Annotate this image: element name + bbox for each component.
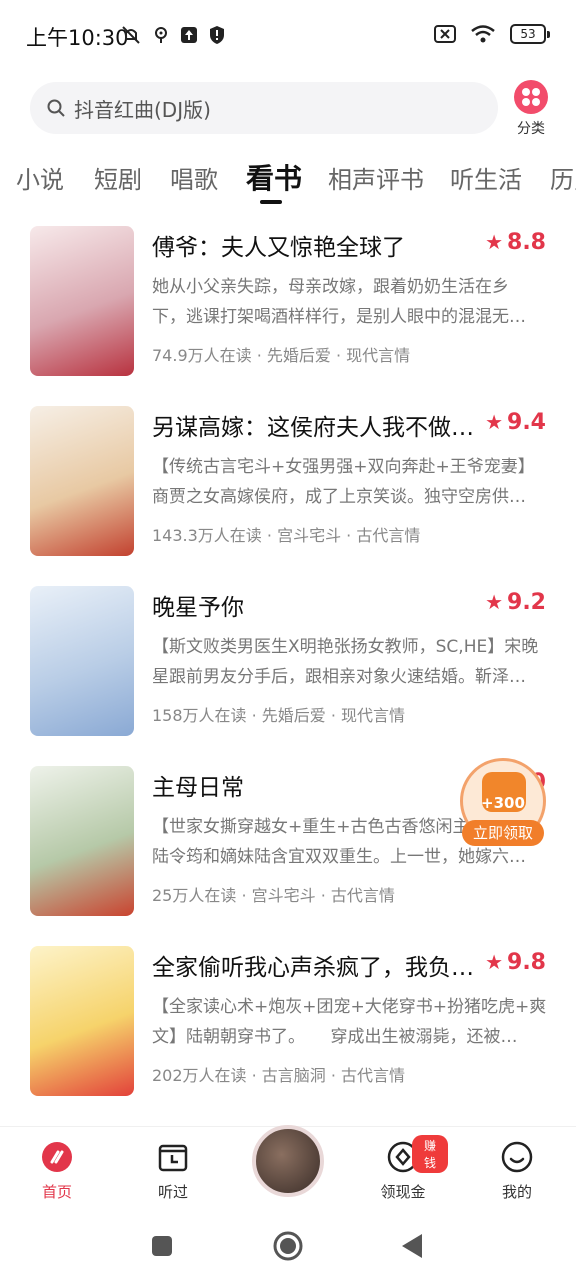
search-input[interactable]: 抖音红曲(DJ版) bbox=[30, 82, 498, 134]
tab-singing[interactable]: 唱歌 bbox=[170, 160, 218, 195]
location-icon bbox=[155, 27, 167, 43]
book-title: 傅爷：夫人又惊艳全球了 bbox=[152, 235, 405, 261]
book-cover bbox=[30, 766, 134, 916]
home-icon bbox=[42, 1142, 72, 1172]
book-title: 主母日常 bbox=[152, 775, 244, 801]
book-meta: 74.9万人在读 · 先婚后爱 · 现代言情 bbox=[152, 346, 411, 365]
nav-profile[interactable]: 我的 bbox=[472, 1141, 562, 1202]
book-meta: 25万人在读 · 宫斗宅斗 · 古代言情 bbox=[152, 886, 395, 905]
recent-apps-icon[interactable] bbox=[150, 1234, 174, 1258]
wifi-icon bbox=[471, 25, 495, 43]
tab-crosstalk[interactable]: 相声评书 bbox=[328, 160, 424, 195]
system-nav-bar bbox=[0, 1214, 576, 1280]
book-title: 另谋高嫁：这侯府夫人我不做… bbox=[152, 415, 474, 441]
star-icon: ★ bbox=[485, 230, 504, 254]
nav-history-label: 听过 bbox=[157, 1183, 188, 1201]
book-rating: ★ 9.2 bbox=[485, 590, 546, 615]
tab-life[interactable]: 听生活 bbox=[450, 160, 522, 195]
book-item[interactable]: 晚星予你 ★ 9.2 【斯文败类男医生X明艳张扬女教师，SC,HE】宋晚 星跟前男友… bbox=[0, 568, 576, 748]
book-cover bbox=[30, 586, 134, 736]
book-title: 晚星予你 bbox=[152, 595, 244, 621]
category-label: 分类 bbox=[517, 121, 545, 137]
tab-short-drama[interactable]: 短剧 bbox=[94, 160, 142, 195]
book-rating: ★ 9.4 bbox=[485, 410, 546, 435]
search-icon bbox=[47, 99, 65, 117]
upload-icon bbox=[181, 27, 197, 43]
home-button-icon[interactable] bbox=[272, 1230, 304, 1262]
book-rating: ★ 9.8 bbox=[485, 950, 546, 975]
nav-history[interactable]: 听过 bbox=[128, 1141, 218, 1202]
earn-badge: 赚钱 bbox=[412, 1135, 448, 1173]
status-time: 上午10:30 bbox=[26, 26, 129, 50]
nav-home[interactable]: 首页 bbox=[12, 1141, 102, 1202]
book-item[interactable]: 全家偷听我心声杀疯了，我负… ★ 9.8 【全家读心术+炮灰+团宠+大佬穿书+扮猪… bbox=[0, 928, 576, 1108]
bottom-nav: 首页 听过 赚钱 领现金 我的 bbox=[0, 1125, 576, 1214]
nav-home-label: 首页 bbox=[41, 1183, 72, 1201]
battery-indicator: 53 bbox=[510, 24, 550, 44]
active-tab-indicator bbox=[260, 200, 282, 204]
star-icon: ★ bbox=[485, 590, 504, 614]
search-query: 抖音红曲(DJ版) bbox=[74, 97, 211, 122]
book-description: 【斯文败类男医生X明艳张扬女教师，SC,HE】宋晚 星跟前男友分手后，跟相亲对象火… bbox=[152, 637, 539, 687]
tab-read-books[interactable]: 看书 bbox=[246, 157, 302, 197]
book-meta: 158万人在读 · 先婚后爱 · 现代言情 bbox=[152, 706, 406, 725]
star-icon: ★ bbox=[485, 410, 504, 434]
smile-icon bbox=[501, 1141, 533, 1173]
book-description: 【传统古言宅斗+女强男强+双向奔赴+王爷宠妻】 商贾之女高嫁侯府，成了上京笑谈。独… bbox=[152, 457, 535, 507]
tab-bar: 小说 短剧 唱歌 看书 相声评书 听生活 历史 bbox=[0, 152, 576, 206]
book-title: 全家偷听我心声杀疯了，我负… bbox=[152, 955, 474, 981]
tab-novel[interactable]: 小说 bbox=[16, 160, 64, 195]
nav-profile-label: 我的 bbox=[501, 1183, 532, 1201]
back-icon[interactable] bbox=[400, 1232, 424, 1260]
category-icon bbox=[514, 80, 548, 114]
book-description: 她从小父亲失踪，母亲改嫁，跟着奶奶生活在乡 下，逃课打架喝酒样样行，是别人眼中的混… bbox=[152, 277, 526, 327]
status-bar: 上午10:30 53 bbox=[0, 0, 576, 72]
calendar-icon bbox=[158, 1144, 188, 1172]
book-rating: ★ 8.8 bbox=[485, 230, 546, 255]
reward-amount: +300 bbox=[481, 794, 525, 812]
book-list: 傅爷：夫人又惊艳全球了 ★ 8.8 她从小父亲失踪，母亲改嫁，跟着奶奶生活在乡 下，… bbox=[0, 208, 576, 1126]
book-meta: 202万人在读 · 古言脑洞 · 古代言情 bbox=[152, 1066, 406, 1085]
book-meta: 143.3万人在读 · 宫斗宅斗 · 古代言情 bbox=[152, 526, 421, 545]
book-cover bbox=[30, 226, 134, 376]
shield-icon bbox=[210, 26, 224, 44]
book-item[interactable]: 傅爷：夫人又惊艳全球了 ★ 8.8 她从小父亲失踪，母亲改嫁，跟着奶奶生活在乡 下，… bbox=[0, 208, 576, 388]
claim-now-button[interactable]: 立即领取 bbox=[462, 820, 544, 846]
nav-cash[interactable]: 赚钱 领现金 bbox=[358, 1135, 448, 1202]
book-cover bbox=[30, 946, 134, 1096]
book-cover bbox=[30, 406, 134, 556]
now-playing-button[interactable] bbox=[252, 1125, 324, 1197]
mute-icon bbox=[122, 26, 140, 44]
book-description: 【全家读心术+炮灰+团宠+大佬穿书+扮猪吃虎+爽 文】陆朝朝穿书了。 穿成出生被溺… bbox=[152, 997, 547, 1047]
tab-history[interactable]: 历史 bbox=[550, 160, 576, 195]
status-icons-right: 53 bbox=[434, 24, 550, 44]
book-item[interactable]: 另谋高嫁：这侯府夫人我不做… ★ 9.4 【传统古言宅斗+女强男强+双向奔赴+王爷… bbox=[0, 388, 576, 568]
reward-float[interactable]: +300 立即领取 bbox=[458, 758, 548, 850]
star-icon: ★ bbox=[485, 950, 504, 974]
no-sim-icon bbox=[434, 25, 456, 43]
category-button[interactable]: 分类 bbox=[508, 80, 554, 138]
nav-cash-label: 领现金 bbox=[380, 1183, 426, 1201]
status-icons-left bbox=[120, 24, 226, 46]
